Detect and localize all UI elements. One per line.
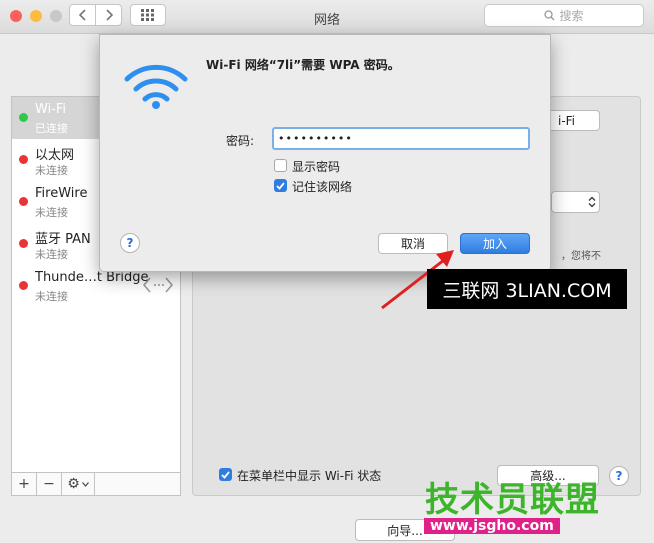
chevron-down-icon	[81, 481, 89, 487]
info-text-fragment: ，您将不	[561, 251, 601, 262]
join-button[interactable]: 加入	[460, 233, 530, 254]
service-name: 蓝牙 PAN	[35, 232, 91, 247]
help-icon: ?	[615, 469, 623, 483]
service-status: 未连接	[35, 164, 68, 177]
search-placeholder: 搜索	[559, 9, 584, 23]
jsgho-watermark-url: www.jsgho.com	[424, 518, 560, 534]
status-dot-icon	[19, 113, 28, 122]
help-button[interactable]: ?	[609, 466, 629, 486]
status-dot-icon	[19, 155, 28, 164]
add-service-button[interactable]: +	[12, 473, 37, 495]
help-icon: ?	[126, 236, 134, 250]
search-field[interactable]: 搜索	[484, 4, 644, 27]
remember-network-label: 记住该网络	[292, 180, 353, 194]
remove-service-button[interactable]: −	[37, 473, 62, 495]
service-status: 未连接	[35, 290, 68, 303]
checkmark-icon	[276, 181, 285, 190]
dialog-help-button[interactable]: ?	[120, 233, 140, 253]
status-dot-icon	[19, 197, 28, 206]
search-icon	[544, 10, 555, 21]
service-name: 以太网	[35, 148, 75, 163]
title-bar: 网络 搜索	[0, 0, 654, 34]
service-status: 未连接	[35, 248, 68, 261]
remember-network-checkbox[interactable]	[274, 179, 287, 192]
status-dot-icon	[19, 281, 28, 290]
show-wifi-status-label: 在菜单栏中显示 Wi-Fi 状态	[237, 469, 382, 483]
password-label: 密码:	[226, 134, 255, 148]
dialog-title: Wi-Fi 网络“7li”需要 WPA 密码。	[206, 58, 400, 72]
wifi-password-dialog: Wi-Fi 网络“7li”需要 WPA 密码。 密码: •••••••••• 显…	[99, 34, 551, 272]
gear-icon: ⚙	[67, 476, 80, 492]
popup-arrows-icon	[588, 196, 596, 208]
wifi-icon	[124, 64, 188, 109]
status-dot-icon	[19, 239, 28, 248]
service-status: 已连接	[35, 122, 68, 135]
password-field[interactable]: ••••••••••	[272, 127, 530, 150]
gear-menu-button[interactable]: ⚙	[62, 473, 95, 495]
checkmark-icon	[221, 470, 230, 479]
jsgho-watermark-title: 技术员联盟	[425, 480, 600, 520]
service-status: 未连接	[35, 206, 68, 219]
service-name: Thunde…t Bridge	[35, 270, 149, 285]
service-name: Wi-Fi	[35, 102, 67, 117]
sanlian-watermark: 三联网 3LIAN.COM	[427, 269, 627, 309]
service-name: FireWire	[35, 186, 88, 201]
network-name-popup[interactable]	[551, 191, 600, 213]
show-password-checkbox[interactable]	[274, 159, 287, 172]
show-password-label: 显示密码	[292, 160, 341, 174]
thunderbolt-bridge-icon	[143, 277, 173, 293]
show-wifi-status-checkbox[interactable]	[219, 468, 232, 481]
service-list-toolbar: + − ⚙	[12, 472, 180, 495]
